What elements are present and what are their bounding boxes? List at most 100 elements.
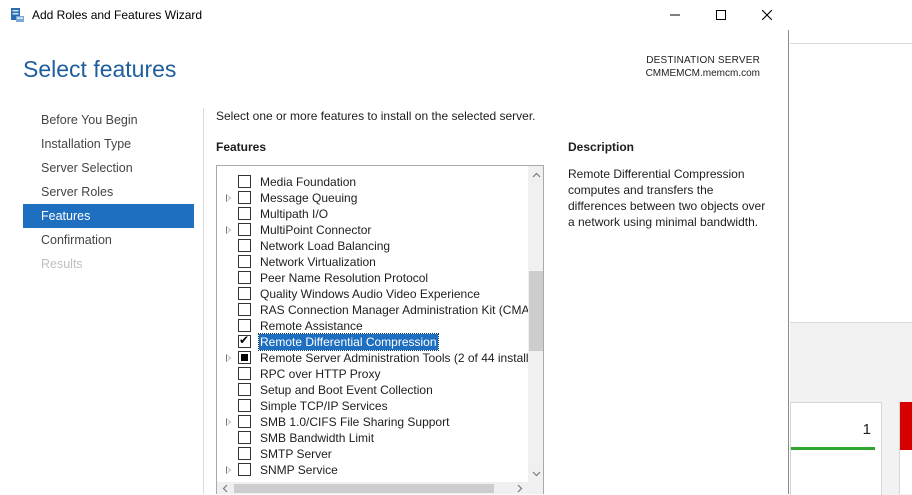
feature-row[interactable]: Media Foundation [217,174,528,190]
feature-checkbox[interactable] [238,351,251,364]
minimize-button[interactable] [652,0,698,30]
feature-checkbox[interactable] [238,333,251,348]
wizard-header: Select features DESTINATION SERVER CMMEM… [0,30,788,100]
feature-checkbox[interactable] [238,223,251,236]
feature-row[interactable]: Network Load Balancing [217,238,528,254]
feature-row[interactable]: SNMP Service [217,462,528,478]
feature-checkbox[interactable] [238,207,251,220]
feature-row[interactable]: MultiPoint Connector [217,222,528,238]
feature-label[interactable]: SMTP Server [259,446,333,462]
feature-label[interactable]: Network Load Balancing [259,238,391,254]
scroll-up-button[interactable] [528,166,543,183]
features-list: . Media FoundationMessage QueuingMultipa… [217,166,528,482]
nav-item-before-you-begin[interactable]: Before You Begin [23,108,194,132]
title-bar[interactable]: Add Roles and Features Wizard [0,0,789,30]
expand-arrow-icon[interactable] [226,226,231,234]
feature-label[interactable]: Remote Server Administration Tools (2 of… [259,350,528,366]
feature-label[interactable]: RAS Connection Manager Administration Ki… [259,302,528,318]
nav-item-server-selection[interactable]: Server Selection [23,156,194,180]
feature-checkbox[interactable] [238,431,251,444]
background-tile-status-bar [791,447,875,450]
close-button[interactable] [744,0,790,30]
feature-row[interactable]: SMB 1.0/CIFS File Sharing Support [217,414,528,430]
feature-row[interactable]: Quality Windows Audio Video Experience [217,286,528,302]
wizard-window: Add Roles and Features Wizard Select fea… [0,0,789,494]
feature-checkbox[interactable] [238,383,251,396]
features-heading: Features [216,140,267,154]
feature-row[interactable]: Remote Assistance [217,318,528,334]
feature-row[interactable]: Setup and Boot Event Collection [217,382,528,398]
feature-checkbox[interactable] [238,303,251,316]
feature-row[interactable]: Simple TCP/IP Services [217,398,528,414]
feature-row[interactable]: Peer Name Resolution Protocol [217,270,528,286]
feature-label[interactable]: Remote Differential Compression [258,333,439,351]
expand-arrow-icon[interactable] [226,194,231,202]
server-manager-icon [11,8,24,22]
feature-label[interactable]: Network Virtualization [259,254,377,270]
description-heading: Description [568,140,635,154]
feature-row[interactable]: Multipath I/O [217,206,528,222]
feature-label[interactable]: SNMP Service [259,462,339,478]
feature-checkbox[interactable] [238,463,251,476]
feature-label[interactable]: SMB 1.0/CIFS File Sharing Support [259,414,450,430]
feature-label[interactable]: Peer Name Resolution Protocol [259,270,429,286]
scroll-left-button[interactable] [217,482,233,494]
feature-row[interactable]: RPC over HTTP Proxy [217,366,528,382]
feature-label[interactable]: Message Queuing [259,190,358,206]
chevron-down-icon [532,471,540,476]
feature-checkbox[interactable] [238,447,251,460]
expand-arrow-icon[interactable] [226,354,231,362]
destination-server-name: CMMEMCM.memcm.com [645,68,760,79]
feature-checkbox[interactable] [238,191,251,204]
instruction-text: Select one or more features to install o… [216,109,536,123]
expand-arrow-icon[interactable] [226,466,231,474]
nav-item-installation-type[interactable]: Installation Type [23,132,194,156]
feature-checkbox[interactable] [238,415,251,428]
feature-row[interactable]: Remote Differential Compression [217,333,528,351]
maximize-button[interactable] [698,0,744,30]
feature-checkbox[interactable] [238,399,251,412]
nav-item-confirmation[interactable]: Confirmation [23,228,194,252]
feature-label[interactable]: Simple TCP/IP Services [259,398,389,414]
nav-item-features[interactable]: Features [23,204,194,228]
feature-checkbox[interactable] [238,271,251,284]
feature-checkbox[interactable] [238,367,251,380]
feature-row[interactable]: SMB Bandwidth Limit [217,430,528,446]
feature-row[interactable]: RAS Connection Manager Administration Ki… [217,302,528,318]
window-title: Add Roles and Features Wizard [32,8,203,22]
feature-label[interactable]: Media Foundation [259,174,357,190]
feature-row[interactable]: SMTP Server [217,446,528,462]
feature-checkbox[interactable] [238,319,251,332]
maximize-icon [716,10,726,20]
feature-label[interactable]: Multipath I/O [259,206,329,222]
expand-arrow-icon[interactable] [226,418,231,426]
nav-item-server-roles[interactable]: Server Roles [23,180,194,204]
feature-row[interactable]: Message Queuing [217,190,528,206]
features-tree[interactable]: . Media FoundationMessage QueuingMultipa… [216,165,544,494]
feature-label[interactable]: MultiPoint Connector [259,222,372,238]
horizontal-scrollbar[interactable] [217,482,528,494]
feature-label[interactable]: Quality Windows Audio Video Experience [259,286,481,302]
feature-checkbox[interactable] [238,175,251,188]
vertical-scrollbar[interactable] [528,166,543,482]
feature-label[interactable]: RPC over HTTP Proxy [259,366,381,382]
horizontal-scroll-thumb[interactable] [234,484,494,493]
feature-row[interactable]: Network Virtualization [217,254,528,270]
feature-checkbox[interactable] [238,239,251,252]
feature-label[interactable]: SMB Bandwidth Limit [259,430,375,446]
feature-label[interactable]: Remote Assistance [259,318,364,334]
chevron-up-icon [532,172,540,177]
scrollbar-corner [528,482,543,494]
feature-checkbox[interactable] [238,255,251,268]
background-tile-2[interactable] [899,402,912,494]
scroll-right-button[interactable] [512,482,528,494]
background-tile[interactable]: 1 [790,402,882,495]
feature-checkbox[interactable] [238,287,251,300]
feature-label[interactable]: Setup and Boot Event Collection [259,382,434,398]
nav-divider [203,108,204,494]
page-title: Select features [23,56,177,82]
feature-row[interactable]: Remote Server Administration Tools (2 of… [217,350,528,366]
vertical-scroll-thumb[interactable] [529,271,543,351]
scroll-down-button[interactable] [528,465,543,482]
wizard-steps-nav: Before You Begin Installation Type Server … [23,108,194,276]
